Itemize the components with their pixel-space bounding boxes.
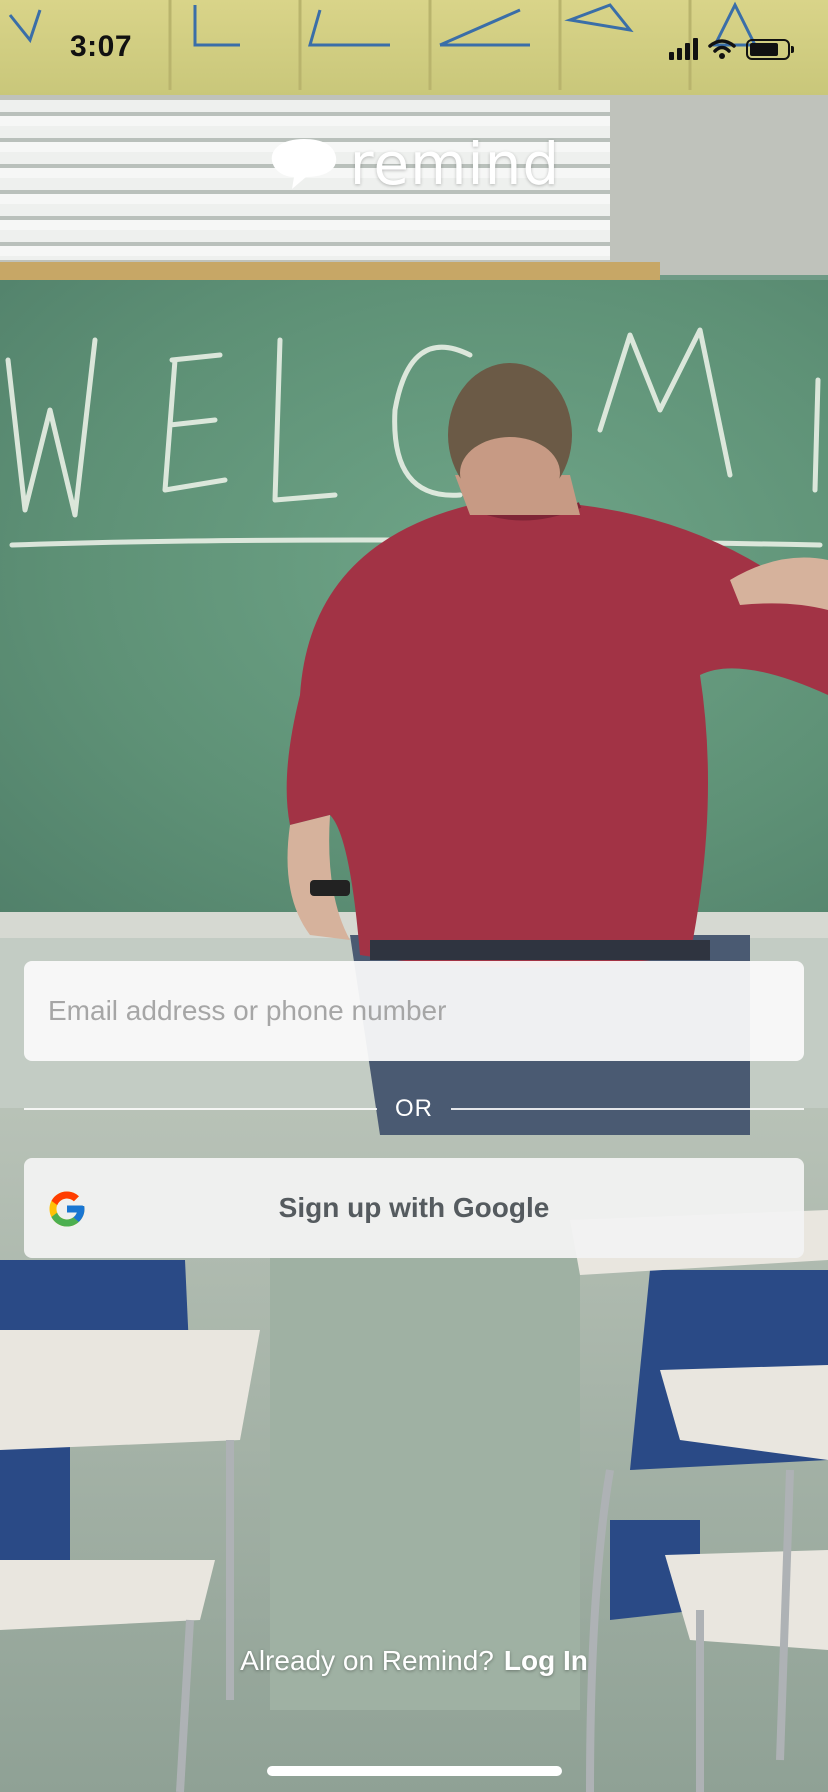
- login-prompt-row: Already on Remind? Log In: [0, 1645, 828, 1677]
- sign-up-with-google-button[interactable]: Sign up with Google: [24, 1158, 804, 1258]
- google-g-icon: [49, 1191, 85, 1227]
- status-bar: 3:07: [0, 0, 828, 100]
- logo-wordmark: remind: [349, 130, 561, 198]
- google-button-label: Sign up with Google: [278, 1192, 550, 1223]
- blind-rail: [0, 262, 660, 280]
- speech-bubble-icon: [271, 139, 336, 189]
- divider-line-right: [451, 1108, 804, 1110]
- home-indicator[interactable]: [267, 1766, 562, 1776]
- cellular-signal-icon: [669, 38, 698, 60]
- divider-line-left: [24, 1108, 377, 1110]
- login-prompt-text: Already on Remind?: [240, 1645, 494, 1676]
- status-time: 3:07: [70, 30, 133, 63]
- divider-or-text: OR: [395, 1095, 433, 1122]
- status-icons: [669, 38, 794, 60]
- wifi-icon: [708, 39, 736, 59]
- background-photo: [0, 0, 828, 1792]
- battery-icon: [746, 38, 794, 60]
- log-in-link[interactable]: Log In: [504, 1645, 588, 1676]
- email-or-phone-input[interactable]: [24, 961, 804, 1061]
- remind-logo: remind: [0, 130, 828, 198]
- or-divider: OR: [24, 1094, 804, 1124]
